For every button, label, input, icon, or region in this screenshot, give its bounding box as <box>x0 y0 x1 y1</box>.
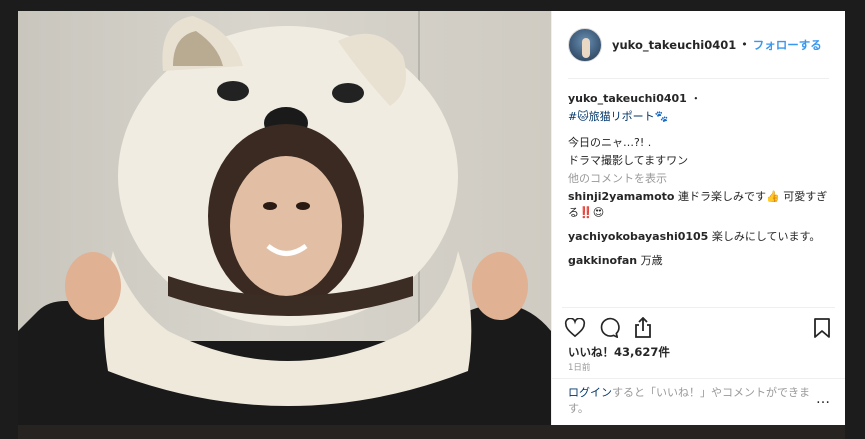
post-sidebar: yuko_takeuchi0401 • フォローする yuko_takeuchi… <box>551 11 845 425</box>
caption-dot: ・ <box>690 92 702 105</box>
header-username[interactable]: yuko_takeuchi0401 <box>612 38 736 52</box>
caption-line-2: ドラマ撮影してますワン <box>568 154 689 167</box>
caption-username[interactable]: yuko_takeuchi0401 <box>568 92 687 105</box>
bookmark-icon[interactable] <box>809 316 835 340</box>
dog-costume-illustration <box>18 16 551 425</box>
follow-suffix: する <box>798 37 822 52</box>
comment-text: 万歳 <box>640 254 663 267</box>
comment-item: gakkinofan 万歳 <box>568 253 829 269</box>
comments-list: yuko_takeuchi0401 ・ #🐱旅猫リポート🐾 今日のニャ…?! .… <box>568 91 829 305</box>
separator-dot: • <box>741 38 748 51</box>
background-feed-strip <box>18 425 845 439</box>
post-photo[interactable] <box>18 11 551 425</box>
login-link[interactable]: ログイン <box>568 386 612 399</box>
more-options-icon[interactable]: … <box>816 391 831 407</box>
heart-icon[interactable] <box>562 316 588 340</box>
caption-line-1: 今日のニャ…?! . <box>568 136 652 149</box>
post-modal: yuko_takeuchi0401 • フォローする yuko_takeuchi… <box>18 11 845 425</box>
more-comments-link[interactable]: 他のコメントを表示 <box>568 171 829 187</box>
follow-label: フォロー <box>752 37 799 52</box>
avatar[interactable] <box>568 27 602 62</box>
comment-username[interactable]: shinji2yamamoto <box>568 190 675 203</box>
comment-username[interactable]: gakkinofan <box>568 254 637 267</box>
share-icon[interactable] <box>630 316 656 340</box>
comment-item: shinji2yamamoto 連ドラ楽しみです👍 可愛すぎる‼️😍 <box>568 189 829 221</box>
follow-button[interactable]: フォローする <box>753 37 822 53</box>
comment-icon[interactable] <box>596 316 622 340</box>
comment-item: yachiyokobayashi0105 楽しみにしています。 <box>568 229 829 245</box>
post-timestamp[interactable]: 1日前 <box>568 361 590 373</box>
hashtag-link[interactable]: #🐱旅猫リポート🐾 <box>568 109 829 125</box>
caption: yuko_takeuchi0401 ・ #🐱旅猫リポート🐾 <box>568 91 829 125</box>
likes-count[interactable]: いいね！43,627件 <box>568 344 670 360</box>
post-header: yuko_takeuchi0401 • フォローする <box>568 11 829 79</box>
comment-username[interactable]: yachiyokobayashi0105 <box>568 230 708 243</box>
comment-text: 楽しみにしています。 <box>711 230 821 243</box>
action-bar <box>562 307 835 340</box>
login-prompt: ログインすると「いいね！」やコメントができます。 … <box>552 378 845 425</box>
